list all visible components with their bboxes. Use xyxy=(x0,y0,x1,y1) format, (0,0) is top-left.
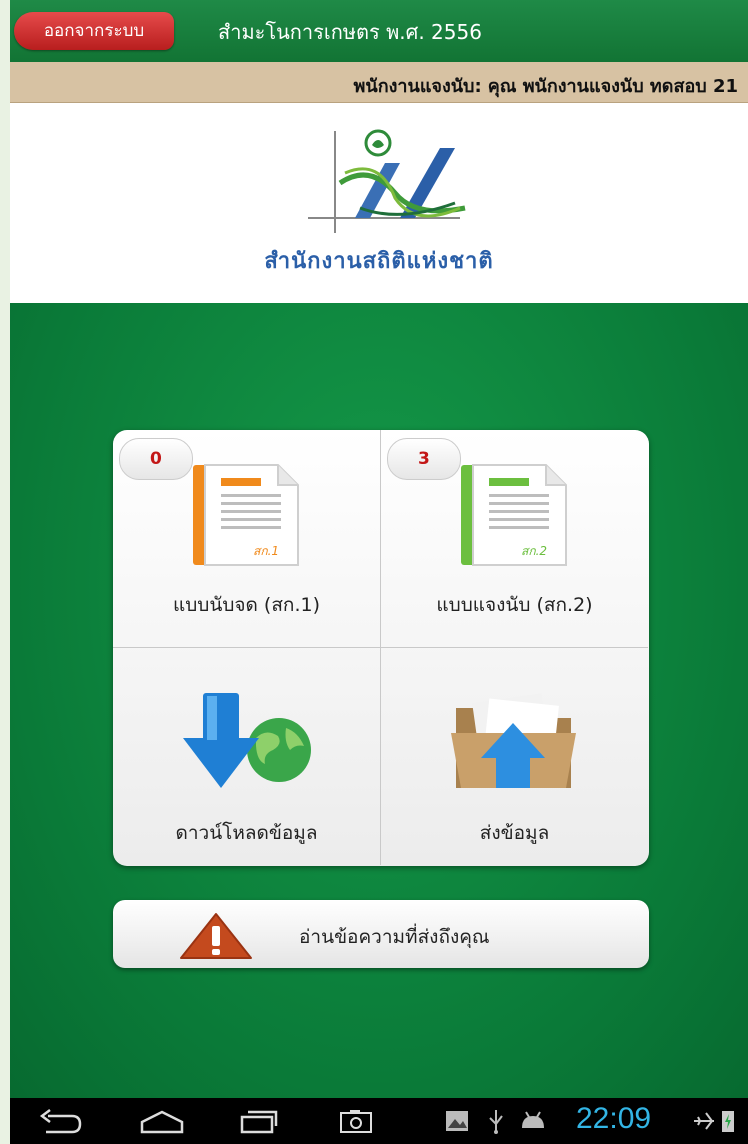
airplane-mode-icon xyxy=(694,1112,714,1130)
menu-item-download[interactable]: ดาวน์โหลดข้อมูล xyxy=(113,648,381,865)
screenshot-icon[interactable] xyxy=(338,1108,374,1134)
battery-charging-icon xyxy=(722,1111,734,1132)
android-debug-icon xyxy=(522,1111,544,1128)
title-bar: ออกจากระบบ สำมะโนการเกษตร พ.ศ. 2556 xyxy=(10,0,748,62)
upload-folder-icon xyxy=(451,693,576,788)
form-doc-tag: สก.1 xyxy=(253,544,279,558)
menu-item-label: แบบนับจด (สก.1) xyxy=(173,594,320,616)
download-globe-icon xyxy=(183,693,311,788)
menu-item-label: แบบแจงนับ (สก.2) xyxy=(436,594,593,616)
count-badge: 3 xyxy=(387,438,461,480)
recent-apps-icon[interactable] xyxy=(238,1108,278,1134)
back-icon[interactable] xyxy=(38,1108,82,1134)
user-role-label: พนักงานแจงนับ: xyxy=(353,76,482,97)
usb-icon xyxy=(489,1110,503,1134)
logo-area: สำนักงานสถิติแห่งชาติ xyxy=(10,103,748,303)
user-info: พนักงานแจงนับ: คุณ พนักงานแจงนับ ทดสอบ 21 xyxy=(354,71,738,100)
nso-logo-icon xyxy=(308,129,466,233)
read-messages-button[interactable]: อ่านข้อความที่ส่งถึงคุณ xyxy=(113,900,649,968)
user-name: คุณ พนักงานแจงนับ ทดสอบ 21 xyxy=(487,76,738,97)
menu-item-form-sk2[interactable]: 3 สก.2 แบบแจงนับ (สก.2) xyxy=(381,430,648,648)
count-badge: 0 xyxy=(119,438,193,480)
org-name: สำนักงานสถิติแห่งชาติ xyxy=(264,249,494,274)
app-screen: ออกจากระบบ สำมะโนการเกษตร พ.ศ. 2556 พนัก… xyxy=(10,0,748,1144)
menu-grid: 0 สก.1 แบบนับจด (สก.1) 3 สก.2 แบบแจงนับ … xyxy=(113,430,649,866)
system-nav-bar: 22:09 xyxy=(10,1098,748,1144)
menu-item-label: ส่งข้อมูล xyxy=(479,822,550,844)
logout-button[interactable]: ออกจากระบบ xyxy=(14,12,174,50)
menu-item-upload[interactable]: ส่งข้อมูล xyxy=(381,648,648,865)
warning-icon xyxy=(180,913,252,959)
form-green-icon: สก.2 xyxy=(461,464,567,566)
main-content: 0 สก.1 แบบนับจด (สก.1) 3 สก.2 แบบแจงนับ … xyxy=(10,303,748,1098)
user-info-bar: พนักงานแจงนับ: คุณ พนักงานแจงนับ ทดสอบ 21 xyxy=(10,62,748,103)
form-orange-icon: สก.1 xyxy=(193,464,299,566)
home-icon[interactable] xyxy=(138,1108,186,1134)
notification-image-icon xyxy=(446,1111,468,1131)
app-title: สำมะโนการเกษตร พ.ศ. 2556 xyxy=(218,20,482,44)
read-messages-label: อ่านข้อความที่ส่งถึงคุณ xyxy=(299,926,490,948)
form-doc-tag: สก.2 xyxy=(521,544,547,558)
menu-item-label: ดาวน์โหลดข้อมูล xyxy=(175,822,318,844)
status-clock: 22:09 xyxy=(576,1102,652,1135)
menu-item-form-sk1[interactable]: 0 สก.1 แบบนับจด (สก.1) xyxy=(113,430,381,648)
